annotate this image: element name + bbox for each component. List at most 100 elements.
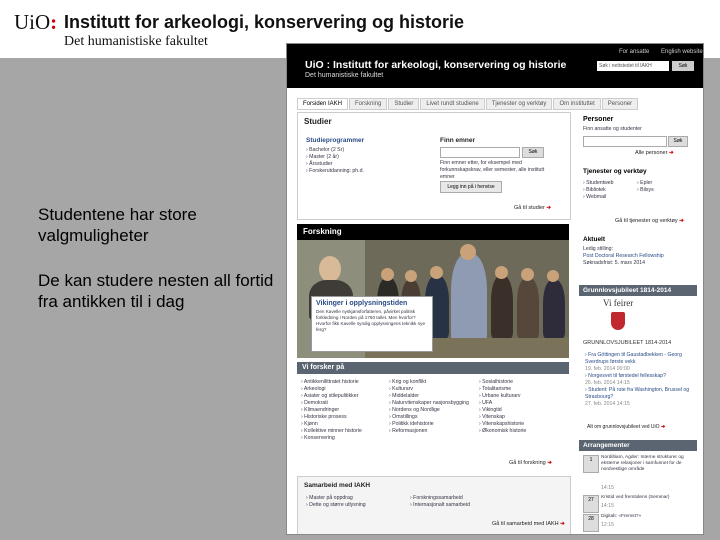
- event-time: 14:15: [601, 485, 614, 491]
- research-item[interactable]: › Vikingtid: [479, 407, 565, 414]
- research-item[interactable]: › Kulturarv: [389, 386, 484, 393]
- research-item[interactable]: › Urbane kulturarv: [479, 393, 565, 400]
- research-column-3: › Sosialhistorie › Totalitarisme › Urban…: [479, 379, 565, 435]
- research-item[interactable]: › Naturvitenskaper nasjonsbygging: [389, 400, 484, 407]
- event-item[interactable]: 27 Kristid ved fremtidens (Seminar) 14:1…: [583, 495, 691, 515]
- research-item[interactable]: › Krig og konflikt: [389, 379, 484, 386]
- research-item[interactable]: › Reformasjonen: [389, 428, 484, 435]
- event-text: Nordiltiam, Agder: Interne strukturer og…: [601, 455, 684, 472]
- tjenester-column-1: › Studentweb › Bibliotek › Webmail: [583, 180, 633, 201]
- tjeneste-item[interactable]: › Bilsys: [637, 187, 687, 194]
- tab-forskning[interactable]: Forskning: [349, 98, 388, 110]
- tab-om[interactable]: Om instituttet: [553, 98, 601, 110]
- aktuelt-body: Ledig stilling: Post Doctoral Research F…: [583, 246, 691, 267]
- aktuelt-line: Ledig stilling:: [583, 246, 613, 252]
- vi-forsker-header: Vi forsker på: [297, 362, 569, 374]
- link-english[interactable]: English website: [661, 49, 703, 55]
- archive-button[interactable]: Legg inn på i henvise: [440, 181, 502, 193]
- tab-forsiden[interactable]: Forsiden IAKH: [297, 98, 349, 110]
- feature-title[interactable]: Vikinger i opplysningstiden: [316, 300, 428, 307]
- research-item[interactable]: › Kjønn: [301, 421, 396, 428]
- studieprogrammer-title[interactable]: Studieprogrammer: [306, 137, 364, 144]
- finn-emner-button[interactable]: Søk: [522, 147, 544, 158]
- studier-panel: Studier Studieprogrammer › Bachelor (2 S…: [297, 112, 571, 220]
- research-item[interactable]: › Totalitarisme: [479, 386, 565, 393]
- research-item[interactable]: › Historiske prosess: [301, 414, 396, 421]
- research-item[interactable]: › Omstillings: [389, 414, 484, 421]
- program-item[interactable]: › Forskerutdanning: ph.d.: [306, 168, 426, 175]
- program-item[interactable]: › Bachelor (2 Sr): [306, 147, 426, 154]
- tjenester-column-2: › Epler › Bilsys: [637, 180, 687, 194]
- grunnlov-header: Grunnlovsjubileet 1814-2014: [579, 285, 697, 296]
- event-item[interactable]: 28 Digitalt: «Fremst?» 12:15: [583, 514, 691, 532]
- tjeneste-item[interactable]: › Bibliotek: [583, 187, 633, 194]
- personer-search-button[interactable]: Søk: [668, 136, 688, 147]
- link-for-ansatte[interactable]: For ansatte: [619, 49, 649, 55]
- research-item[interactable]: › UFA: [479, 400, 565, 407]
- grunnlov-date: 27. feb. 2014 14:15: [585, 401, 630, 407]
- site-search-button[interactable]: Søk: [672, 61, 694, 71]
- research-column-2: › Krig og konflikt › Kulturarv › Middela…: [389, 379, 484, 435]
- studier-title: Studier: [304, 117, 332, 126]
- painting-figure: [451, 254, 487, 344]
- tab-livet[interactable]: Livet rundt studiene: [420, 98, 485, 110]
- research-item[interactable]: › Asiater og stilepulitikker: [301, 393, 396, 400]
- alle-personer-link[interactable]: Alle personer ➔: [635, 150, 674, 156]
- feature-box[interactable]: Vikinger i opplysningstiden Den Kavelle …: [311, 296, 433, 352]
- tjeneste-item[interactable]: › Epler: [637, 180, 687, 187]
- research-item[interactable]: › Arkeologi: [301, 386, 396, 393]
- research-item[interactable]: › Nordens og Nordlige: [389, 407, 484, 414]
- personer-search-input[interactable]: [583, 136, 667, 147]
- grunnlov-item[interactable]: › Norgesvet til førstedel fellesskap?: [585, 373, 695, 380]
- calendar-icon: 28: [583, 514, 599, 532]
- research-item[interactable]: › Vitenskapshistorie: [479, 421, 565, 428]
- ga-til-forskning-link[interactable]: Gå til forskning ➔: [509, 460, 552, 466]
- ga-til-samarbeid-link[interactable]: Gå til samarbeid med IAKH ➔: [492, 521, 565, 527]
- finn-emner-input[interactable]: [440, 147, 520, 158]
- vi-feirer-text: Vi feirer: [603, 298, 634, 308]
- research-item[interactable]: › Økonomisk historie: [479, 428, 565, 435]
- arrow-right-icon: ➔: [668, 150, 674, 156]
- research-item[interactable]: › Sosialhistorie: [479, 379, 565, 386]
- tjeneste-item[interactable]: › Webmail: [583, 194, 633, 201]
- event-time: 14:15: [601, 503, 614, 509]
- portrait-head: [319, 256, 341, 282]
- ga-til-tjenester-link[interactable]: Gå til tjenester og verktøy ➔: [615, 218, 684, 224]
- aktuelt-link[interactable]: Post Doctoral Research Fellowship: [583, 253, 691, 260]
- samarbeid-item[interactable]: › Forskningssamarbeid: [410, 495, 510, 502]
- main-tabs: Forsiden IAKH Forskning Studier Livet rundt…: [297, 92, 697, 110]
- tab-studier[interactable]: Studier: [388, 98, 420, 110]
- painting-head: [495, 266, 508, 279]
- event-item[interactable]: 1 Nordiltiam, Agder: Interne strukturer …: [583, 455, 691, 493]
- grunnlov-item[interactable]: › Student: På rute fra Washington, Bruss…: [585, 387, 695, 401]
- research-item[interactable]: › Klimaendringer: [301, 407, 396, 414]
- grunnlov-item[interactable]: › Fra Göttingen til Gaustadbekken - Geor…: [585, 352, 695, 366]
- samarbeid-item[interactable]: › Dette og større utlysning: [306, 502, 406, 509]
- research-item[interactable]: › Konservering: [301, 435, 396, 442]
- painting-figure: [517, 278, 539, 338]
- calendar-icon: 1: [583, 455, 599, 473]
- tjeneste-item[interactable]: › Studentweb: [583, 180, 633, 187]
- tab-personer[interactable]: Personer: [601, 98, 639, 110]
- samarbeid-item[interactable]: › Master på oppdrag: [306, 495, 406, 502]
- grunnlov-more-link[interactable]: Alt om grunnlovsjubileet ved UiO ➔: [587, 424, 665, 430]
- research-item[interactable]: › Politikk idehistorie: [389, 421, 484, 428]
- ga-til-studier-link[interactable]: Gå til studier ➔: [514, 205, 551, 211]
- site-title[interactable]: UiO : Institutt for arkeologi, konserver…: [305, 59, 566, 71]
- samarbeid-item[interactable]: › Internasjonalt samarbeid: [410, 502, 510, 509]
- site-search-input[interactable]: Søk i nettstedet til IAKH: [597, 61, 669, 71]
- painting-head: [405, 270, 417, 282]
- calendar-icon: 27: [583, 495, 599, 513]
- forskning-painting[interactable]: Vikinger i opplysningstiden Den Kavelle …: [297, 240, 569, 358]
- samarbeid-title: Samarbeid med IAKH: [304, 482, 371, 489]
- painting-head: [381, 268, 394, 281]
- research-item[interactable]: › Kollektive minner historie: [301, 428, 396, 435]
- program-item[interactable]: › Årsstudier: [306, 161, 426, 168]
- program-item[interactable]: › Master (2 år): [306, 154, 426, 161]
- event-time: 12:15: [601, 522, 614, 528]
- tab-tjenester[interactable]: Tjenester og verktøy: [485, 98, 553, 110]
- research-item[interactable]: › Antikkenilittratet historie: [301, 379, 396, 386]
- research-item[interactable]: › Middelalder: [389, 393, 484, 400]
- research-item[interactable]: › Demokrati: [301, 400, 396, 407]
- research-item[interactable]: › Vitenskap: [479, 414, 565, 421]
